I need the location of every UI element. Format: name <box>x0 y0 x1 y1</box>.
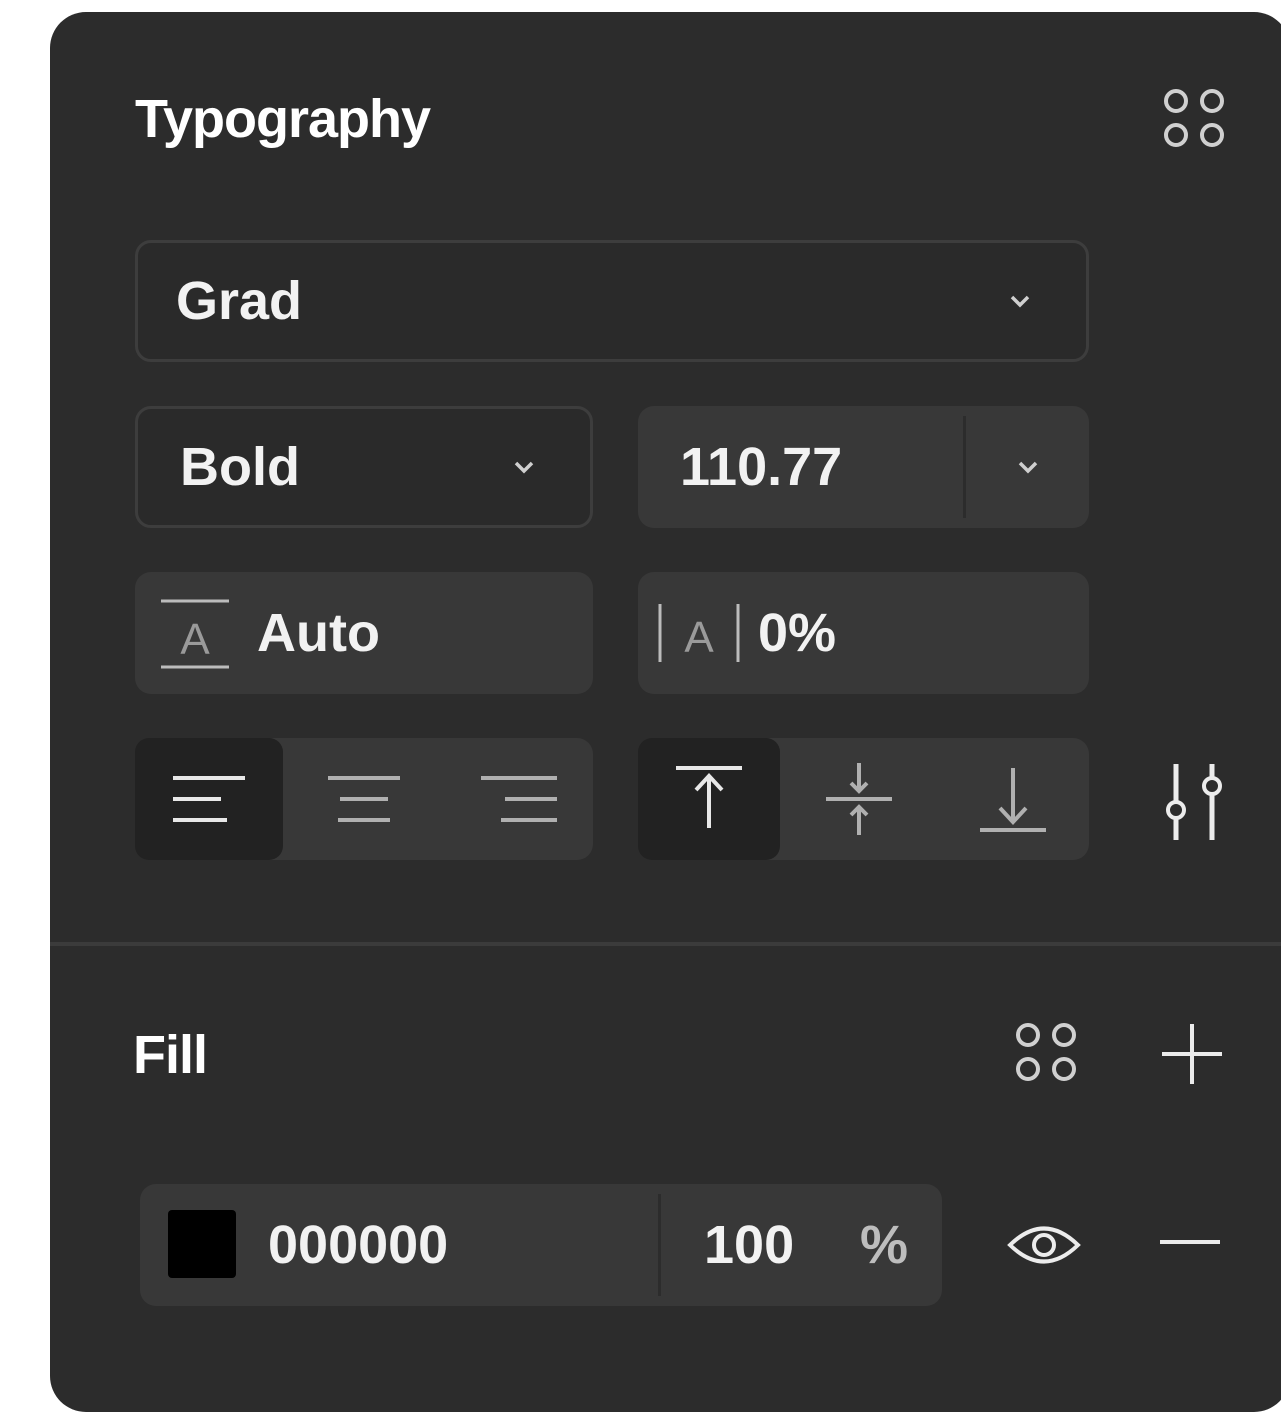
section-divider <box>50 942 1281 946</box>
eye-icon[interactable] <box>1006 1218 1082 1272</box>
letter-spacing-value[interactable]: 0% <box>758 602 836 664</box>
remove-fill-minus-icon[interactable] <box>1158 1238 1222 1246</box>
svg-text:A: A <box>180 615 210 664</box>
font-size-field[interactable]: 110.77 <box>638 406 1089 528</box>
align-center-button[interactable] <box>290 738 438 860</box>
text-align-group <box>135 738 593 860</box>
align-middle-button[interactable] <box>788 738 930 860</box>
fill-styles-grid-icon[interactable] <box>1012 1020 1084 1086</box>
fill-opacity-value[interactable]: 100 <box>704 1214 794 1276</box>
font-weight-value: Bold <box>180 437 300 497</box>
add-fill-plus-icon[interactable] <box>1160 1022 1224 1086</box>
font-family-dropdown[interactable]: Grad <box>135 240 1089 362</box>
vertical-align-group <box>638 738 1089 860</box>
align-left-icon <box>173 776 245 822</box>
line-height-value[interactable]: Auto <box>257 602 380 664</box>
align-top-icon <box>676 766 742 828</box>
typography-section-title: Typography <box>135 89 431 149</box>
fill-section-title: Fill <box>133 1025 208 1085</box>
fill-opacity-unit: % <box>860 1215 909 1275</box>
align-center-icon <box>328 776 400 822</box>
type-settings-icon[interactable] <box>1160 760 1230 844</box>
align-top-button[interactable] <box>638 738 780 860</box>
font-size-value[interactable]: 110.77 <box>680 436 842 498</box>
line-height-icon: A <box>157 596 233 672</box>
fill-color-field[interactable]: 000000 100 % <box>140 1184 942 1306</box>
chevron-down-icon <box>513 460 535 474</box>
align-left-button[interactable] <box>135 738 283 860</box>
align-right-icon <box>481 776 557 822</box>
align-right-button[interactable] <box>445 738 593 860</box>
styles-grid-icon[interactable] <box>1160 86 1232 152</box>
color-swatch[interactable] <box>168 1210 236 1278</box>
svg-text:A: A <box>684 613 714 662</box>
fill-hex-value[interactable]: 000000 <box>268 1214 448 1276</box>
properties-panel: Typography Grad Bold 110.77 A Auto A 0% … <box>50 12 1281 1412</box>
align-bottom-button[interactable] <box>938 738 1088 860</box>
field-divider <box>963 416 966 518</box>
align-bottom-icon <box>980 768 1046 832</box>
field-divider <box>658 1194 661 1296</box>
letter-spacing-icon: A <box>654 600 744 666</box>
chevron-down-icon <box>1009 294 1031 308</box>
font-family-value: Grad <box>176 271 303 331</box>
font-weight-dropdown[interactable]: Bold <box>135 406 593 528</box>
font-size-chevron-down-icon[interactable] <box>1017 460 1039 474</box>
letter-spacing-field[interactable]: A 0% <box>638 572 1089 694</box>
align-middle-icon <box>826 763 892 835</box>
line-height-field[interactable]: A Auto <box>135 572 593 694</box>
